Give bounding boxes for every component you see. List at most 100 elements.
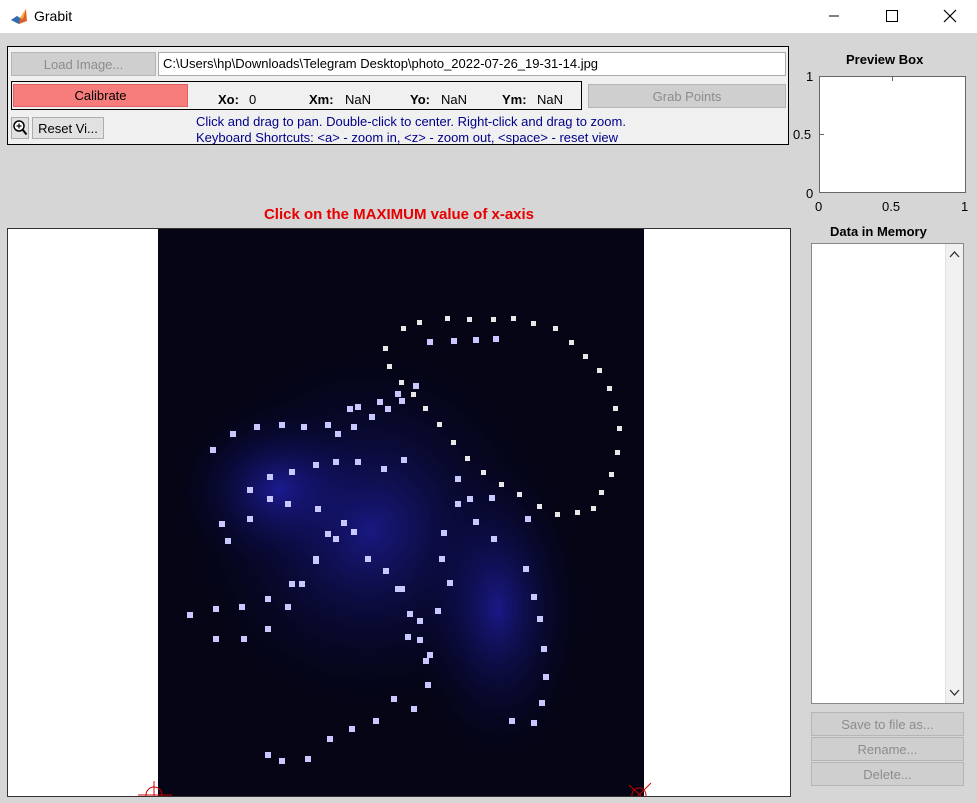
minimize-button[interactable] (805, 0, 863, 32)
list-scrollbar[interactable] (945, 244, 963, 703)
led-dot (299, 581, 305, 587)
led-dot (267, 496, 273, 502)
led-dot (517, 492, 522, 497)
led-dot (531, 321, 536, 326)
led-dot (325, 422, 331, 428)
led-dot (395, 391, 401, 397)
led-dot (399, 398, 405, 404)
led-dot (351, 424, 357, 430)
scroll-up-icon[interactable] (949, 250, 960, 258)
title-bar: Grabit (0, 0, 977, 33)
led-dot (423, 406, 428, 411)
led-dot (531, 720, 537, 726)
preview-y-tick: 0.5 (793, 127, 812, 142)
reset-view-button[interactable]: Reset Vi... (32, 117, 104, 139)
led-dot (377, 399, 383, 405)
led-dot (401, 326, 406, 331)
led-dot (391, 696, 397, 702)
led-dot (543, 674, 549, 680)
led-dot (355, 459, 361, 465)
grab-points-button[interactable]: Grab Points (588, 84, 786, 108)
rename-button[interactable]: Rename... (811, 737, 964, 761)
led-dot (213, 606, 219, 612)
xo-label: Xo: (218, 92, 239, 107)
led-dot (325, 531, 331, 537)
x-calibration-marker (628, 782, 652, 796)
led-dot (451, 338, 457, 344)
load-image-button[interactable]: Load Image... (11, 52, 156, 76)
led-dot (341, 520, 347, 526)
led-dot (407, 611, 413, 617)
led-dot (254, 424, 260, 430)
close-window-button[interactable] (921, 0, 977, 32)
led-dot (385, 406, 391, 412)
led-dot (509, 718, 515, 724)
led-dot (417, 320, 422, 325)
xo-value: 0 (249, 92, 257, 107)
matlab-icon (10, 7, 28, 25)
preview-y-tick: 1 (806, 69, 814, 84)
zoom-button[interactable] (11, 117, 29, 139)
led-dot (473, 519, 479, 525)
led-dot (423, 658, 429, 664)
ym-value: NaN (537, 92, 564, 107)
save-to-file-button[interactable]: Save to file as... (811, 712, 964, 736)
led-dot (417, 637, 423, 643)
data-in-memory-title: Data in Memory (830, 224, 927, 239)
led-dot (335, 431, 341, 437)
led-dot (481, 470, 486, 475)
scroll-down-icon[interactable] (949, 689, 960, 697)
preview-box-title: Preview Box (846, 52, 924, 67)
led-dot (569, 340, 574, 345)
led-dot (369, 414, 375, 420)
led-dot (365, 556, 371, 562)
led-dot (455, 501, 461, 507)
led-dot (411, 706, 417, 712)
led-dot (351, 529, 357, 535)
led-dot (597, 368, 602, 373)
delete-button[interactable]: Delete... (811, 762, 964, 786)
loaded-photo[interactable] (158, 229, 644, 796)
led-dot (445, 316, 450, 321)
led-dot (615, 450, 620, 455)
led-dot (541, 646, 547, 652)
led-dot (575, 510, 580, 515)
led-dot (219, 521, 225, 527)
preview-box-axes (819, 76, 966, 193)
image-axes[interactable] (7, 228, 791, 797)
led-dot (525, 516, 531, 522)
led-dot (230, 431, 236, 437)
led-dot (455, 476, 461, 482)
led-dot (355, 404, 361, 410)
led-dot (225, 538, 231, 544)
led-dot (373, 718, 379, 724)
led-dot (285, 604, 291, 610)
led-dot (405, 634, 411, 640)
led-dot (265, 626, 271, 632)
led-dot (441, 530, 447, 536)
led-dot (239, 604, 245, 610)
led-dot (537, 504, 542, 509)
led-dot (401, 457, 407, 463)
data-memory-list[interactable] (811, 243, 964, 704)
ym-label: Ym: (502, 92, 527, 107)
status-message: Click on the MAXIMUM value of x-axis (263, 206, 535, 223)
led-dot (465, 456, 470, 461)
calibrate-button[interactable]: Calibrate (13, 84, 188, 107)
led-dot (267, 474, 273, 480)
hint-text-pan: Click and drag to pan. Double-click to c… (196, 114, 626, 129)
origin-marker (138, 781, 172, 796)
maximize-button[interactable] (863, 0, 921, 32)
led-dot (285, 501, 291, 507)
file-path-field[interactable]: C:\Users\hp\Downloads\Telegram Desktop\p… (158, 52, 786, 76)
led-dot (523, 566, 529, 572)
led-dot (241, 636, 247, 642)
led-dot (289, 581, 295, 587)
led-dot (539, 700, 545, 706)
led-dot (383, 346, 388, 351)
led-dot (591, 506, 596, 511)
led-dot (333, 459, 339, 465)
led-dot (447, 580, 453, 586)
preview-x-tick: 0 (815, 199, 823, 214)
led-dot (395, 586, 401, 592)
